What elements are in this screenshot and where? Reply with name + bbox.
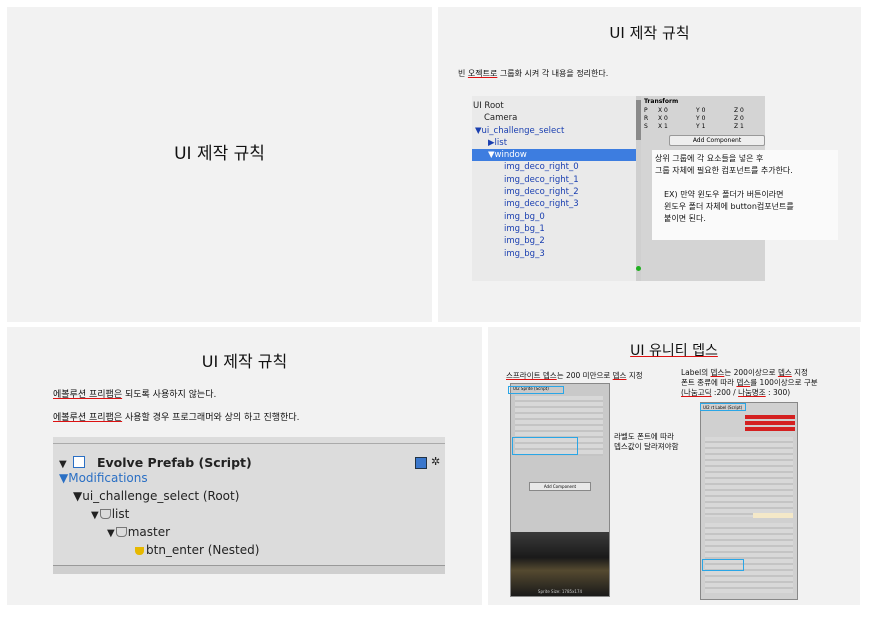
tree-root[interactable]: ▼ui_challenge_select (Root) bbox=[73, 489, 239, 503]
script-icon bbox=[73, 456, 85, 468]
hierarchy-item[interactable]: img_bg_1 bbox=[472, 223, 638, 235]
note-group-line1: 상위 그룹에 각 요소들을 넣은 후 bbox=[655, 154, 764, 163]
tree-nested[interactable]: btn_enter (Nested) bbox=[135, 543, 259, 557]
evolve-prefab-inspector: ▼ Evolve Prefab (Script) ✲ ▼Modifications… bbox=[53, 437, 445, 574]
slide-3-title: UI 제작 규칙 bbox=[201, 352, 288, 371]
slide-1: UI 제작 규칙 bbox=[7, 7, 432, 322]
hierarchy-panel: UI Root Camera ▼ui_challenge_select ▶lis… bbox=[472, 96, 638, 281]
note-group-line2: 그룹 자체에 필요한 컴포넌트를 추가한다. bbox=[655, 166, 793, 175]
hierarchy-item[interactable]: Camera bbox=[472, 112, 638, 124]
hierarchy-item[interactable]: ▶list bbox=[472, 137, 638, 149]
note-example-line3: 붙이면 된다. bbox=[664, 214, 706, 223]
hierarchy-item[interactable]: img_bg_3 bbox=[472, 248, 638, 260]
slide-3-rule-1: 에볼루션 프리팹은 되도록 사용하지 않는다. bbox=[53, 390, 217, 400]
slide-4-title: UI 유니티 뎁스 bbox=[630, 343, 718, 359]
sprite-depth-caption: 스프라이트 뎁스는 200 미만으로 뎁스 지정 bbox=[506, 371, 643, 380]
hierarchy-item[interactable]: img_deco_right_2 bbox=[472, 186, 638, 198]
slide-3-rule-2: 에볼루션 프리팹은 사용할 경우 프로그래머와 상의 하고 진행한다. bbox=[53, 413, 300, 423]
prefab-icon bbox=[99, 509, 111, 519]
slide-2-title: UI 제작 규칙 bbox=[609, 24, 690, 42]
nested-prefab-icon bbox=[135, 547, 144, 555]
depth-highlight bbox=[512, 437, 578, 455]
component-header[interactable]: ▼ Evolve Prefab (Script) bbox=[59, 455, 252, 470]
depth-highlight bbox=[700, 403, 746, 411]
sprite-inspector-thumbnail: UI2 Sprite (Script) Add Component Sprite… bbox=[510, 383, 610, 597]
hierarchy-item[interactable]: img_deco_right_0 bbox=[472, 161, 638, 173]
help-icon[interactable] bbox=[415, 457, 427, 469]
tree-master[interactable]: ▼ master bbox=[107, 525, 170, 539]
tree-list[interactable]: ▼ list bbox=[91, 507, 129, 521]
modifications-foldout[interactable]: ▼Modifications bbox=[59, 471, 148, 485]
add-component-button[interactable]: Add Component bbox=[529, 482, 591, 491]
hierarchy-item[interactable]: img_bg_0 bbox=[472, 211, 638, 223]
slide-title: UI 제작 규칙 bbox=[174, 144, 265, 164]
prefab-icon bbox=[115, 527, 127, 537]
label-depth-caption: Label의 뎁스는 200이상으로 뎁스 지정 폰트 종류에 따라 뎁스를 1… bbox=[681, 368, 818, 397]
note-example-line1: EX) 만약 윈도우 폴더가 버튼이라면 bbox=[664, 190, 784, 199]
slide-2-subtitle: 빈 오젝트로 그룹화 시켜 각 내용을 정리한다. bbox=[458, 69, 609, 78]
hierarchy-item[interactable]: UI Root bbox=[472, 100, 638, 112]
note-example-line2: 윈도우 폴더 자체에 button컴포넌트를 bbox=[664, 202, 794, 211]
label-font-note: 라벨도 폰트에 따라 뎁스값이 달라져야함 bbox=[614, 432, 679, 451]
add-component-button[interactable]: Add Component bbox=[669, 135, 765, 146]
gear-icon[interactable]: ✲ bbox=[431, 455, 440, 468]
depth-highlight bbox=[702, 559, 744, 571]
hierarchy-item[interactable]: ▼ui_challenge_select bbox=[472, 125, 638, 137]
depth-highlight bbox=[508, 386, 564, 394]
hierarchy-item[interactable]: img_deco_right_1 bbox=[472, 174, 638, 186]
hierarchy-item[interactable]: img_deco_right_3 bbox=[472, 198, 638, 210]
transform-label: Transform bbox=[644, 98, 679, 105]
sprite-size-label: Sprite Size: 1785x174 bbox=[537, 589, 583, 594]
hierarchy-item[interactable]: img_bg_2 bbox=[472, 235, 638, 247]
hierarchy-item-selected[interactable]: ▼window bbox=[472, 149, 638, 162]
transform-fields: PX 0Y 0Z 0 RX 0Y 0Z 0 SX 1Y 1Z 1 bbox=[644, 107, 744, 130]
